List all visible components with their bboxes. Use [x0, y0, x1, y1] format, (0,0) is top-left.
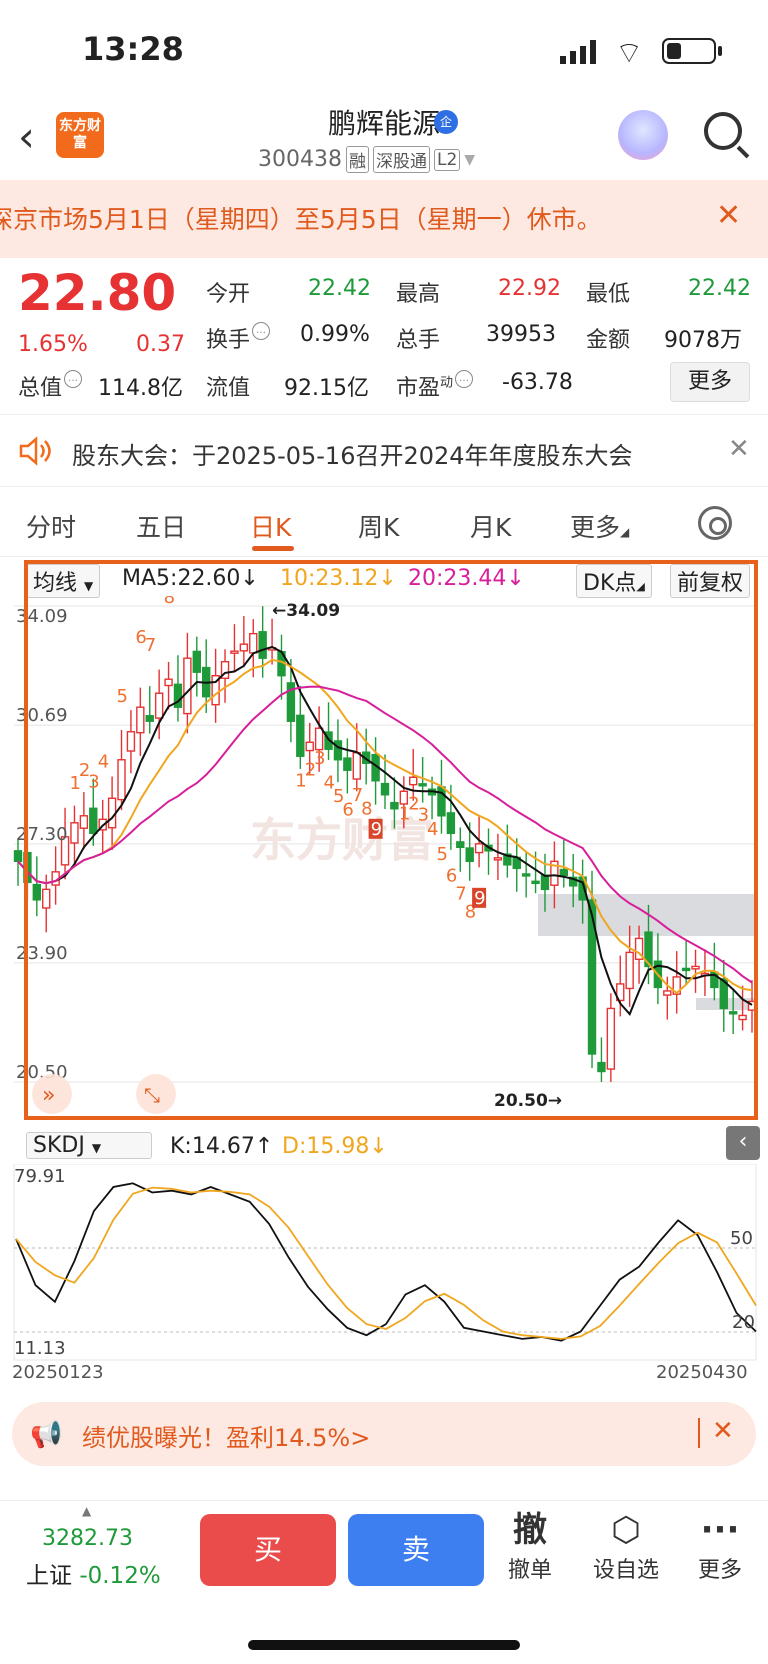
float-value: 92.15亿 — [284, 376, 369, 401]
add-watchlist-button[interactable]: ⬡ 设自选 — [586, 1508, 666, 1584]
assistant-robot-icon[interactable] — [618, 110, 668, 160]
tab-intraday[interactable]: 分时 — [26, 508, 76, 544]
k-line — [15, 1182, 757, 1342]
turnover-label: 换手… — [206, 322, 271, 354]
start-date: 20250123 — [12, 1362, 104, 1383]
cancel-icon: 撤 — [513, 1510, 547, 1550]
info-icon[interactable]: … — [252, 322, 271, 340]
volume-value: 39953 — [486, 322, 556, 347]
home-indicator — [248, 1640, 520, 1650]
pe-value: -63.78 — [502, 370, 573, 395]
sell-button[interactable]: 卖 — [348, 1514, 484, 1586]
open-value: 22.42 — [308, 276, 371, 301]
pe-label: 市盈动… — [396, 370, 474, 402]
info-icon[interactable]: … — [64, 370, 83, 388]
close-icon[interactable]: ✕ — [712, 1416, 734, 1446]
change-amount: 0.37 — [136, 332, 185, 357]
market-closure-text: 深京市场5月1日（星期四）至5月5日（星期一）休市。 — [0, 205, 602, 234]
signal-icon — [560, 40, 596, 64]
more-label: 更多 — [697, 1558, 742, 1583]
speaker-icon — [19, 436, 51, 466]
close-icon[interactable]: ✕ — [716, 198, 741, 233]
skdj-min-tick: 11.13 — [14, 1338, 66, 1359]
amount-label: 金额 — [586, 328, 631, 353]
end-date: 20250430 — [656, 1362, 748, 1383]
skdj-chart: 79.91 11.13 50 20 — [13, 1164, 757, 1361]
high-label: 最高 — [396, 282, 441, 307]
skdj-legend-bar: SKDJ ▼ K:14.67↑ D:15.98↓ — [0, 1130, 768, 1164]
open-label: 今开 — [206, 282, 251, 307]
caret-icon: ◢ — [620, 525, 630, 539]
promo-separator — [698, 1418, 700, 1448]
more-menu-button[interactable]: ··· 更多 — [680, 1508, 760, 1584]
skdj-max-tick: 79.91 — [14, 1166, 66, 1187]
mktcap-value: 114.8亿 — [98, 376, 183, 401]
stock-code: 300438 — [258, 147, 342, 172]
high-value: 22.92 — [498, 276, 561, 301]
gear-icon[interactable] — [698, 506, 732, 540]
margin-tag: 融 — [345, 146, 369, 173]
watchlist-label: 设自选 — [592, 1558, 659, 1583]
index-name: 上证 — [26, 1563, 72, 1589]
promo-text[interactable]: 绩优股曝光！盈利14.5%> — [82, 1418, 370, 1453]
change-percent: 1.65% — [18, 332, 88, 357]
tab-daily-k[interactable]: 日K — [250, 508, 291, 544]
volume-label: 总手 — [396, 328, 441, 353]
d-line — [15, 1186, 757, 1340]
ellipsis-icon: ··· — [700, 1510, 740, 1550]
battery-tip — [718, 46, 722, 56]
more-quote-button[interactable]: 更多 — [670, 362, 750, 402]
tab-five-day[interactable]: 五日 — [136, 508, 186, 544]
level2-tag: L2 — [433, 148, 461, 171]
hexagon-icon: ⬡ — [611, 1510, 641, 1550]
k-value-label: K:14.67↑ — [170, 1134, 274, 1159]
collapse-panel-icon[interactable]: ‹ — [726, 1126, 760, 1160]
turnover-value: 0.99% — [300, 322, 370, 347]
skdj-20-tick: 20 — [732, 1312, 755, 1333]
divider — [0, 486, 768, 487]
d-value-label: D:15.98↓ — [282, 1134, 388, 1159]
low-label: 最低 — [586, 282, 631, 307]
mktcap-label: 总值… — [18, 370, 83, 402]
buy-button[interactable]: 买 — [200, 1514, 336, 1586]
index-change: -0.12% — [79, 1563, 161, 1589]
battery-icon — [662, 38, 716, 64]
chevron-up-icon[interactable]: ▲ — [82, 1504, 91, 1518]
info-icon[interactable]: … — [455, 370, 474, 388]
cancel-label: 撤单 — [507, 1558, 552, 1583]
connect-tag: 深股通 — [372, 146, 430, 173]
pe-sup: 动 — [440, 375, 454, 391]
index-value[interactable]: 3282.73 — [42, 1526, 133, 1551]
enterprise-badge: 企 — [434, 110, 458, 134]
indicator-dropdown[interactable]: SKDJ ▼ — [26, 1132, 152, 1159]
chevron-down-icon: ▼ — [91, 1141, 102, 1155]
stock-code-row[interactable]: 300438 融 深股通 L2 ▼ — [258, 146, 475, 173]
status-time: 13:28 — [82, 30, 184, 68]
megaphone-icon: 📢 — [30, 1420, 63, 1450]
index-row[interactable]: 上证 -0.12% — [26, 1556, 161, 1590]
divider — [0, 556, 768, 557]
amount-value: 9078万 — [664, 328, 742, 353]
low-value: 22.42 — [688, 276, 751, 301]
tab-monthly-k[interactable]: 月K — [470, 508, 511, 544]
shareholder-meeting-notice[interactable]: 股东大会：于2025-05-16召开2024年年度股东大会 — [72, 436, 633, 471]
last-price: 22.80 — [18, 264, 177, 322]
chart-highlight-frame — [24, 560, 758, 1120]
tab-more[interactable]: 更多◢ — [570, 508, 629, 544]
wifi-icon: ⌔ — [615, 36, 644, 71]
float-label: 流值 — [206, 376, 251, 401]
skdj-50-tick: 50 — [730, 1228, 753, 1249]
close-icon[interactable]: ✕ — [728, 434, 750, 464]
search-icon[interactable] — [704, 112, 742, 150]
chart-period-tabs: 分时 五日 日K 周K 月K 更多◢ — [0, 500, 768, 556]
active-tab-indicator — [252, 546, 294, 551]
cancel-order-button[interactable]: 撤 撤单 — [490, 1508, 570, 1584]
chevron-down-icon: ▼ — [464, 151, 476, 168]
divider — [0, 414, 768, 415]
candle-body — [13, 850, 23, 863]
tab-weekly-k[interactable]: 周K — [358, 508, 399, 544]
